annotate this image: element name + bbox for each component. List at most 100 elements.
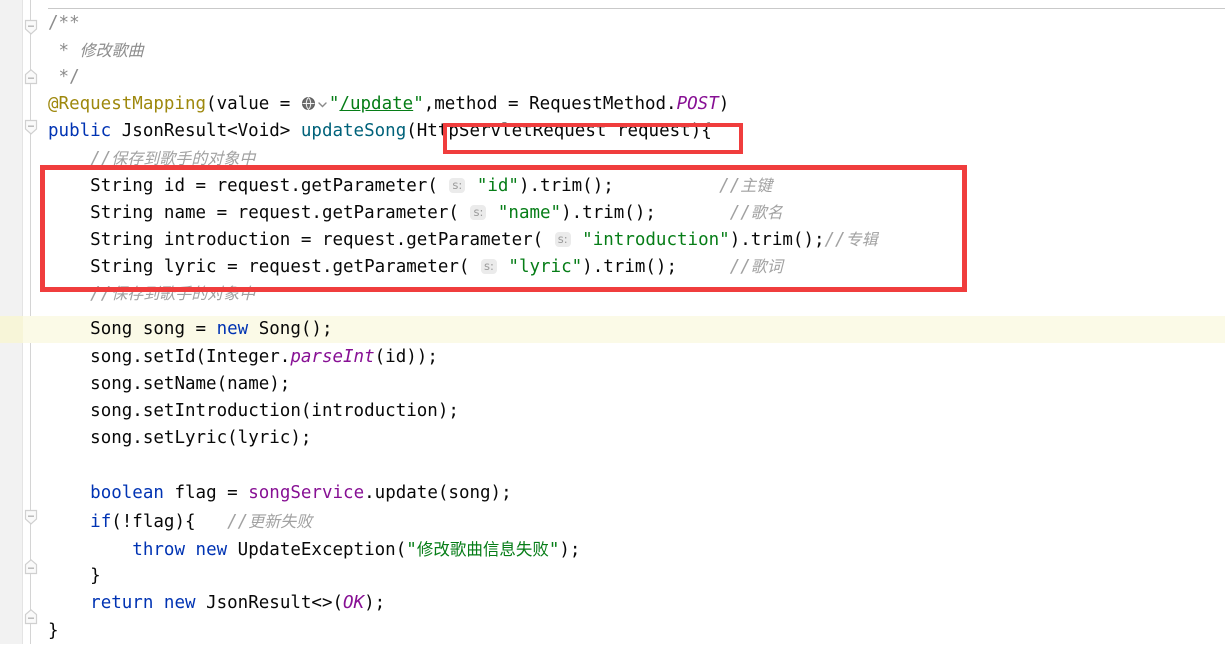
- code-token: boolean: [90, 483, 164, 503]
- code-token: new: [195, 540, 228, 560]
- code-token: song.setId(Integer.: [90, 347, 291, 367]
- code-token: songService: [248, 483, 365, 503]
- code-token: *: [48, 41, 80, 61]
- code-token: "id": [476, 176, 519, 196]
- code-line[interactable]: public JsonResult<Void> updateSong(HttpS…: [48, 118, 712, 145]
- code-token: Song();: [248, 319, 333, 339]
- code-line[interactable]: song.setIntroduction(introduction);: [48, 398, 459, 425]
- code-token: ).trim();: [518, 176, 614, 196]
- code-token: throw: [132, 540, 185, 560]
- code-line[interactable]: //保存到歌手的对象中: [48, 280, 255, 307]
- code-token: /**: [48, 13, 80, 33]
- code-line[interactable]: return new JsonResult<>(OK);: [48, 590, 385, 617]
- code-token: ": [328, 94, 340, 114]
- code-line[interactable]: Song song = new Song();: [48, 316, 333, 343]
- code-token: POST: [676, 94, 719, 114]
- code-token: JsonResult<Void>: [111, 121, 301, 141]
- code-line[interactable]: String lyric = request.getParameter( s: …: [48, 253, 783, 280]
- code-token: 更新失败: [248, 512, 313, 531]
- code-token: ": [548, 540, 560, 560]
- code-token: song.setName(name);: [90, 374, 291, 394]
- code-token: song.setIntroduction(introduction);: [90, 401, 459, 421]
- code-token: );: [364, 593, 386, 613]
- code-line[interactable]: }: [48, 618, 59, 645]
- code-token: String introduction = request.getParamet…: [90, 230, 554, 250]
- parameter-hint-badge: s:: [449, 178, 466, 193]
- code-token: getParameter: [300, 176, 428, 196]
- parameter-hint-badge: s:: [554, 232, 571, 247]
- code-token: ).trim();: [729, 230, 825, 250]
- code-token: ).trim();: [561, 203, 656, 223]
- code-token: JsonResult<>(: [195, 593, 344, 613]
- parameter-hint-badge: s:: [470, 205, 487, 220]
- code-token: //: [729, 257, 751, 277]
- code-token: public: [48, 121, 112, 141]
- code-token: ): [718, 94, 730, 114]
- code-line[interactable]: @RequestMapping(value = "/update",method…: [48, 91, 729, 118]
- code-line[interactable]: * 修改歌曲: [48, 37, 144, 64]
- code-token: //: [719, 176, 741, 196]
- code-line[interactable]: song.setLyric(lyric);: [48, 425, 311, 452]
- code-token: "name": [497, 203, 562, 223]
- code-token: 保存到歌手的对象中: [111, 149, 256, 168]
- code-editor[interactable]: /** * 修改歌曲 */@RequestMapping(value = "/u…: [0, 0, 1225, 644]
- code-line[interactable]: }: [48, 563, 101, 590]
- code-token: "lyric": [508, 257, 583, 277]
- code-token: 歌名: [750, 203, 783, 222]
- code-token: 修改歌曲信息失败: [416, 540, 549, 559]
- code-line[interactable]: if(!flag){ //更新失败: [48, 508, 312, 535]
- code-line[interactable]: String introduction = request.getParamet…: [48, 226, 878, 253]
- code-line[interactable]: String id = request.getParameter( s: "id…: [48, 172, 772, 199]
- code-token: Song song =: [90, 319, 217, 339]
- code-token: (value =: [206, 94, 301, 114]
- code-token: 保存到歌手的对象中: [111, 284, 256, 303]
- globe-icon[interactable]: [301, 93, 316, 111]
- code-token: //: [90, 284, 112, 304]
- code-token: );: [559, 540, 581, 560]
- code-token: @RequestMapping: [48, 94, 207, 114]
- code-token: 专辑: [845, 230, 878, 249]
- code-token: (: [427, 176, 449, 196]
- code-token: String lyric = request.getParameter(: [90, 257, 480, 277]
- code-text-layer[interactable]: /** * 修改歌曲 */@RequestMapping(value = "/u…: [0, 0, 1225, 644]
- code-token: .update(song);: [364, 483, 512, 503]
- code-line[interactable]: throw new UpdateException("修改歌曲信息失败");: [48, 536, 580, 563]
- code-token: String id = request.: [90, 176, 301, 196]
- code-token: parseInt: [290, 347, 375, 367]
- code-token: }: [48, 621, 59, 641]
- code-token: song.setLyric(lyric);: [90, 428, 312, 448]
- code-line[interactable]: song.setName(name);: [48, 371, 290, 398]
- code-line[interactable]: //保存到歌手的对象中: [48, 145, 255, 172]
- chevron-down-icon[interactable]: [317, 92, 328, 108]
- code-token: (id));: [374, 347, 438, 367]
- code-line[interactable]: song.setId(Integer.parseInt(id));: [48, 344, 438, 371]
- code-token: return: [90, 593, 154, 613]
- code-line[interactable]: String name = request.getParameter( s: "…: [48, 199, 783, 226]
- code-token: ,method = RequestMethod.: [423, 94, 677, 114]
- code-line[interactable]: boolean flag = songService.update(song);: [48, 480, 512, 507]
- code-line[interactable]: */: [48, 64, 80, 91]
- code-token: //: [824, 230, 846, 250]
- code-line[interactable]: /**: [48, 10, 80, 37]
- code-token: ": [413, 94, 424, 114]
- code-token: ": [406, 540, 417, 560]
- code-token: UpdateException(: [227, 540, 407, 560]
